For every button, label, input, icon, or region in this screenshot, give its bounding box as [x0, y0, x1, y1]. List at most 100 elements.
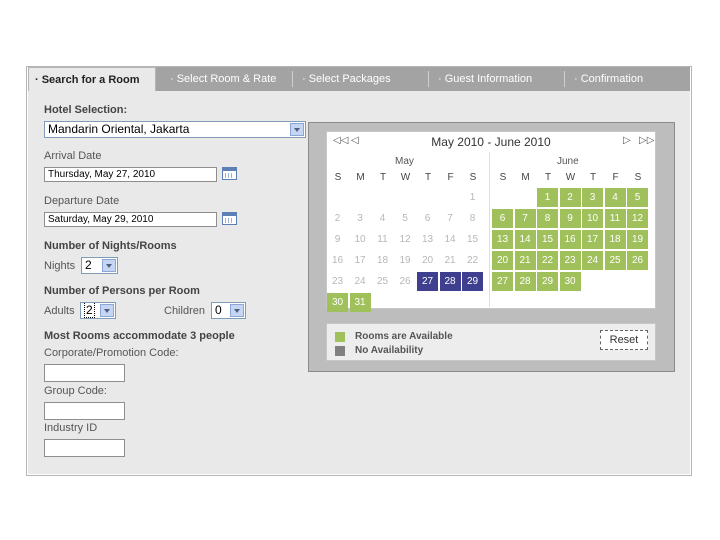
calendar-day[interactable]: 14	[514, 230, 536, 249]
tab-select-packages[interactable]: · Select Packages	[296, 67, 426, 91]
hotel-select-value: Mandarin Oriental, Jakarta	[48, 122, 190, 136]
weekday-header: S	[634, 172, 642, 183]
arrival-label: Arrival Date	[44, 150, 102, 162]
calendar-day: 11	[377, 234, 388, 245]
calendar-day: 9	[334, 234, 341, 245]
calendar-day[interactable]: 7	[514, 209, 536, 228]
children-select[interactable]: 0	[211, 302, 246, 319]
hotel-label: Hotel Selection:	[44, 104, 128, 116]
calendar-day: 20	[421, 255, 434, 266]
calendar-day: 23	[331, 276, 344, 287]
calendar-day: 27	[417, 272, 438, 291]
calendar-day[interactable]: 12	[627, 209, 648, 228]
calendar-day[interactable]: 2	[559, 188, 581, 207]
calendar-day[interactable]: 19	[627, 230, 648, 249]
weekday-header: F	[447, 172, 454, 183]
chevron-down-icon[interactable]	[230, 304, 244, 317]
calendar-day[interactable]: 31	[349, 293, 371, 312]
availability-calendar: ◁◁ ◁ May 2010 - June 2010 ▷ ▷▷ May June …	[326, 131, 656, 312]
calendar-day: 12	[399, 234, 411, 245]
calendar-day: 14	[444, 234, 456, 245]
calendar-day[interactable]: 22	[537, 251, 558, 270]
weekday-header: T	[544, 172, 552, 183]
tab-guest-information[interactable]: · Guest Information	[432, 67, 562, 91]
calendar-day[interactable]: 13	[492, 230, 513, 249]
chevron-down-icon[interactable]	[102, 259, 116, 272]
calendar-day[interactable]: 9	[559, 209, 581, 228]
weekday-header: S	[499, 172, 507, 183]
calendar-day[interactable]: 6	[492, 209, 513, 228]
promo-code-input[interactable]	[44, 364, 125, 382]
weekday-header: M	[356, 172, 365, 183]
double-right-arrow-icon[interactable]: ▷▷	[639, 135, 654, 146]
calendar-day[interactable]: 25	[604, 251, 626, 270]
calendar-day[interactable]: 15	[537, 230, 558, 249]
calendar-day: 3	[357, 213, 363, 224]
calendar-day: 21	[444, 255, 456, 266]
calendar-day[interactable]: 26	[627, 251, 648, 270]
calendar-day: 15	[466, 234, 479, 245]
right-arrow-icon[interactable]: ▷	[623, 135, 631, 146]
calendar-day[interactable]: 28	[514, 272, 536, 291]
month-divider	[489, 152, 490, 307]
calendar-day: 28	[439, 272, 461, 291]
arrival-date-input[interactable]: Thursday, May 27, 2010	[44, 167, 217, 182]
calendar-day[interactable]: 5	[627, 188, 648, 207]
reset-button[interactable]: Reset	[600, 330, 648, 350]
calendar-icon[interactable]	[222, 167, 237, 180]
hotel-select[interactable]: Mandarin Oriental, Jakarta	[44, 121, 306, 138]
chevron-down-icon[interactable]	[100, 304, 114, 317]
calendar-day[interactable]: 17	[582, 230, 603, 249]
calendar-day: 24	[354, 276, 366, 287]
weekday-header: T	[589, 172, 597, 183]
calendar-day: 19	[399, 255, 411, 266]
calendar-day[interactable]: 23	[559, 251, 581, 270]
tab-confirmation[interactable]: · Confirmation	[568, 67, 690, 91]
calendar-day: 2	[334, 213, 341, 224]
calendar-day[interactable]: 1	[537, 188, 558, 207]
children-label: Children	[164, 305, 205, 317]
legend-available-label: Rooms are Available	[355, 331, 453, 342]
calendar-day: 1	[469, 192, 476, 203]
calendar-day[interactable]: 8	[537, 209, 558, 228]
tab-divider	[564, 71, 565, 87]
calendar-day[interactable]: 11	[604, 209, 626, 228]
calendar-day[interactable]: 18	[604, 230, 626, 249]
calendar-day[interactable]: 21	[514, 251, 536, 270]
calendar-day[interactable]: 16	[559, 230, 581, 249]
calendar-day[interactable]: 27	[492, 272, 513, 291]
tab-search-room[interactable]: · Search for a Room	[28, 67, 156, 93]
calendar-day[interactable]: 30	[559, 272, 581, 291]
calendar-day[interactable]: 20	[492, 251, 513, 270]
weekday-header: S	[469, 172, 477, 183]
nights-select[interactable]: 2	[81, 257, 118, 274]
calendar-day: 7	[447, 213, 453, 224]
tab-divider	[428, 71, 429, 87]
month-label-may: May	[395, 156, 414, 167]
weekday-header: W	[565, 172, 576, 183]
calendar-day[interactable]: 30	[327, 293, 348, 312]
chevron-down-icon[interactable]	[290, 123, 304, 136]
calendar-day: 25	[376, 276, 389, 287]
calendar-icon[interactable]	[222, 212, 237, 225]
tab-select-room-rate[interactable]: · Select Room & Rate	[164, 67, 294, 91]
industry-id-input[interactable]	[44, 439, 125, 457]
group-code-input[interactable]	[44, 402, 125, 420]
calendar-day: 8	[469, 213, 476, 224]
calendar-day[interactable]: 4	[604, 188, 626, 207]
adults-select[interactable]: 2	[80, 302, 116, 319]
calendar-day[interactable]: 3	[582, 188, 603, 207]
departure-date-input[interactable]: Saturday, May 29, 2010	[44, 212, 217, 227]
nights-select-value: 2	[85, 258, 92, 272]
children-select-value: 0	[215, 303, 222, 317]
calendar-day[interactable]: 10	[582, 209, 603, 228]
nights-heading: Number of Nights/Rooms	[44, 240, 177, 252]
calendar-title: May 2010 - June 2010	[431, 135, 551, 149]
calendar-day[interactable]: 29	[537, 272, 558, 291]
no-availability-swatch	[335, 346, 345, 356]
tab-bar: · Search for a Room · Select Room & Rate…	[28, 67, 690, 93]
calendar-day[interactable]: 24	[582, 251, 603, 270]
month-label-june: June	[557, 156, 579, 167]
industry-id-label: Industry ID	[44, 422, 98, 434]
calendar-day: 22	[466, 255, 479, 266]
